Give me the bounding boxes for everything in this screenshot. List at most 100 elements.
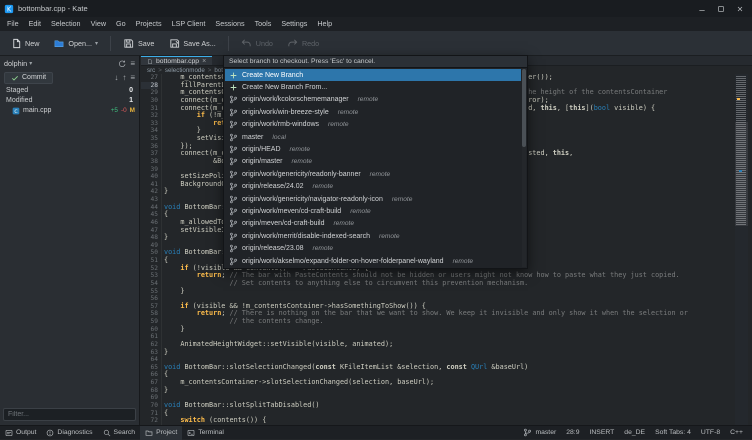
window-title: bottombar.cpp - Kate <box>18 4 88 13</box>
modified-row[interactable]: Modified 1 <box>0 95 139 105</box>
popup-scrollbar[interactable] <box>522 69 526 267</box>
menu-edit[interactable]: Edit <box>24 17 46 31</box>
line-number: 35 <box>141 135 158 143</box>
open-button[interactable]: Open... ▾ <box>47 35 104 51</box>
minimize-button[interactable] <box>693 2 710 15</box>
line-number: 71 <box>141 410 158 418</box>
breadcrumb-item-src[interactable]: src <box>147 67 155 74</box>
save-as-button[interactable]: Save As... <box>162 35 221 51</box>
branch-item-create-new-branch[interactable]: Create New Branch <box>225 69 521 81</box>
save-as-icon <box>168 37 180 49</box>
tab-close-icon[interactable]: × <box>202 58 206 65</box>
menu-projects[interactable]: Projects <box>131 17 167 31</box>
branch-item-master[interactable]: masterlocal <box>225 131 521 143</box>
branch-icon <box>229 207 238 216</box>
menu-view[interactable]: View <box>86 17 111 31</box>
statusbar-toggle-project[interactable]: Project <box>140 426 182 440</box>
tab-bottombar-cpp[interactable]: bottombar.cpp × <box>141 56 212 65</box>
menu-go[interactable]: Go <box>111 17 131 31</box>
branch-item-origin-meven-cd-craft-build[interactable]: origin/meven/cd-craft-buildremote <box>225 218 521 230</box>
branch-item-scope: remote <box>333 220 354 227</box>
new-button[interactable]: New <box>4 35 45 51</box>
refresh-icon[interactable] <box>118 60 126 68</box>
branch-item-origin-work-genericity-navigator-readonly-icon[interactable]: origin/work/genericity/navigator-readonl… <box>225 193 521 205</box>
commit-button[interactable]: Commit <box>4 72 53 84</box>
branch-item-origin-work-kcolorschememanager[interactable]: origin/work/kcolorschememanagerremote <box>225 94 521 106</box>
menu-lsp-client[interactable]: LSP Client <box>167 17 211 31</box>
statusbar-value: UTF-8 <box>701 429 720 436</box>
line-number: 54 <box>141 280 158 288</box>
branch-icon <box>229 157 238 166</box>
checkmark-icon <box>11 74 19 82</box>
staged-row[interactable]: Staged 0 <box>0 85 139 95</box>
branch-icon <box>229 244 238 253</box>
line-number: 72 <box>141 417 158 425</box>
statusbar-git-branch[interactable]: master <box>518 426 561 440</box>
branch-item-origin-work-win-breeze-style[interactable]: origin/work/win-breeze-styleremote <box>225 106 521 118</box>
plus-icon <box>229 71 238 80</box>
menu-sessions[interactable]: Sessions <box>210 17 249 31</box>
statusbar-toggle-diagnostics[interactable]: Diagnostics <box>41 426 97 440</box>
branch-item-label: origin/work/kcolorschememanager <box>242 96 349 103</box>
branch-item-origin-master[interactable]: origin/masterremote <box>225 156 521 168</box>
branch-item-origin-work-merrit-disable-indexed-search[interactable]: origin/work/merrit/disable-indexed-searc… <box>225 230 521 242</box>
branch-item-origin-release-23-08[interactable]: origin/release/23.08remote <box>225 242 521 254</box>
close-button[interactable] <box>731 2 748 15</box>
project-selector[interactable]: dolphin ▾ <box>4 59 32 68</box>
file-name: main.cpp <box>23 107 51 114</box>
line-number: 41 <box>141 181 158 189</box>
branch-item-origin-work-meven-cd-craft-build[interactable]: origin/work/meven/cd-craft-buildremote <box>225 205 521 217</box>
branch-icon <box>229 170 238 179</box>
git-push-icon[interactable]: ↑ <box>122 74 126 82</box>
panel-menu-icon[interactable]: ≡ <box>130 60 135 68</box>
branch-item-origin-work-akselmo-expand-folder-on-hover-folderpanel-wayland[interactable]: origin/work/akselmo/expand-folder-on-hov… <box>225 255 521 267</box>
statusbar-value: Soft Tabs: 4 <box>655 429 691 436</box>
branch-item-scope: remote <box>453 258 474 265</box>
branch-item-create-new-branch-from[interactable]: Create New Branch From... <box>225 81 521 93</box>
branch-item-label: origin/HEAD <box>242 146 281 153</box>
code-line: void BottomBar::slotSelectionChanged(con… <box>164 364 735 372</box>
breadcrumb-item-selectionmode[interactable]: selectionmode <box>165 67 205 74</box>
line-number: 66 <box>141 371 158 379</box>
statusbar-encoding[interactable]: UTF-8 <box>696 426 725 440</box>
redo-button[interactable]: Redo <box>281 35 325 51</box>
menu-settings[interactable]: Settings <box>276 17 312 31</box>
undo-button[interactable]: Undo <box>235 35 279 51</box>
menu-file[interactable]: File <box>2 17 24 31</box>
line-number: 31 <box>141 105 158 113</box>
branch-item-origin-head[interactable]: origin/HEADremote <box>225 143 521 155</box>
minimap[interactable] <box>735 74 748 425</box>
save-button-label: Save <box>138 39 154 48</box>
branch-item-label: origin/work/genericity/navigator-readonl… <box>242 196 383 203</box>
statusbar-dictionary[interactable]: de_DE <box>619 426 650 440</box>
git-log-icon[interactable]: ≡ <box>130 74 135 82</box>
save-button[interactable]: Save <box>117 35 160 51</box>
branch-item-origin-release-24-02[interactable]: origin/release/24.02remote <box>225 181 521 193</box>
line-number: 39 <box>141 166 158 174</box>
menu-help[interactable]: Help <box>312 17 337 31</box>
popup-scrollbar-handle[interactable] <box>522 69 526 147</box>
code-line: void BottomBar::slotSplitTabDisabled() <box>164 402 735 410</box>
statusbar-input-mode[interactable]: INSERT <box>584 426 619 440</box>
branch-item-origin-work-rmb-windows[interactable]: origin/work/rmb-windowsremote <box>225 119 521 131</box>
statusbar-cursor-position[interactable]: 28:9 <box>561 426 584 440</box>
toolbar-separator <box>110 36 111 51</box>
kate-window: K bottombar.cpp - Kate FileEditSelection… <box>0 0 752 439</box>
git-pull-icon[interactable]: ↓ <box>114 74 118 82</box>
branch-item-label: origin/work/win-breeze-style <box>242 109 329 116</box>
line-number: 42 <box>141 188 158 196</box>
statusbar-toggle-output[interactable]: Output <box>0 426 41 440</box>
statusbar-syntax-mode[interactable]: C++ <box>725 426 748 440</box>
branch-item-origin-work-genericity-readonly-banner[interactable]: origin/work/genericity/readonly-bannerre… <box>225 168 521 180</box>
filter-input[interactable] <box>3 408 136 421</box>
maximize-button[interactable] <box>712 2 729 15</box>
branch-item-scope: remote <box>370 171 391 178</box>
breadcrumb-separator-icon: > <box>208 67 212 74</box>
minimap-visible-region[interactable] <box>735 122 748 226</box>
modified-file-row[interactable]: C main.cpp +5 -0 M <box>0 105 139 116</box>
menu-selection[interactable]: Selection <box>46 17 86 31</box>
statusbar-toggle-search[interactable]: Search <box>98 426 141 440</box>
menu-tools[interactable]: Tools <box>250 17 277 31</box>
statusbar-tab-settings[interactable]: Soft Tabs: 4 <box>650 426 696 440</box>
statusbar-toggle-terminal[interactable]: Terminal <box>182 426 229 440</box>
